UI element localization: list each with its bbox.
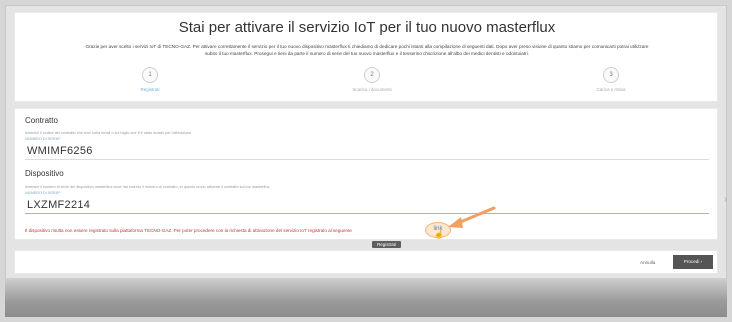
cancel-button[interactable]: Annulla [640,260,655,265]
footer-bar: Annulla Procedi › [14,250,718,274]
step-2-number: 2 [364,67,380,83]
bottom-band [5,278,727,317]
chevron-right-icon[interactable]: › [724,194,727,205]
step-3-number: 3 [603,67,619,83]
hand-cursor-icon: ☝ [434,230,444,239]
step-3: 3 Carica e Attiva [551,67,671,92]
contract-input-underline [25,159,709,160]
step-3-label: Carica e Attiva [596,87,626,92]
tooltip: Registrati [372,241,402,248]
contract-section-title: Contratto [25,116,58,125]
intro-text: Grazie per aver scelto i servizi IoT di … [85,44,649,56]
step-1-number: 1 [142,67,158,83]
contract-serial-input[interactable]: WMIMF6256 [27,145,93,157]
header-card: Stai per attivare il servizio IoT per il… [14,12,718,102]
device-help-text: Inserisci il numero di serie del disposi… [25,185,271,189]
registration-form: Contratto Inserisci il codice del contra… [14,108,718,240]
contract-field-label: NUMERO DI SERIE* [25,137,61,141]
device-input-underline [25,213,709,214]
orange-arrow-icon [448,206,496,228]
device-serial-input[interactable]: LXZMF2214 [27,199,90,211]
device-field-label: NUMERO DI SERIE* [25,191,61,195]
contract-help-text: Inserisci il codice del contratto che tr… [25,131,192,135]
next-button[interactable]: Procedi › [673,255,713,269]
step-1-label: Registrati [140,87,160,92]
device-section-title: Dispositivo [25,169,64,178]
step-2: 2 Scarica i documenti [312,67,432,92]
page-title: Stai per attivare il servizio IoT per il… [178,19,556,36]
error-message: Il dispositivo risulta non essere regist… [25,228,352,233]
step-2-label: Scarica i documenti [352,87,392,92]
step-1: 1 Registrati [90,67,210,92]
